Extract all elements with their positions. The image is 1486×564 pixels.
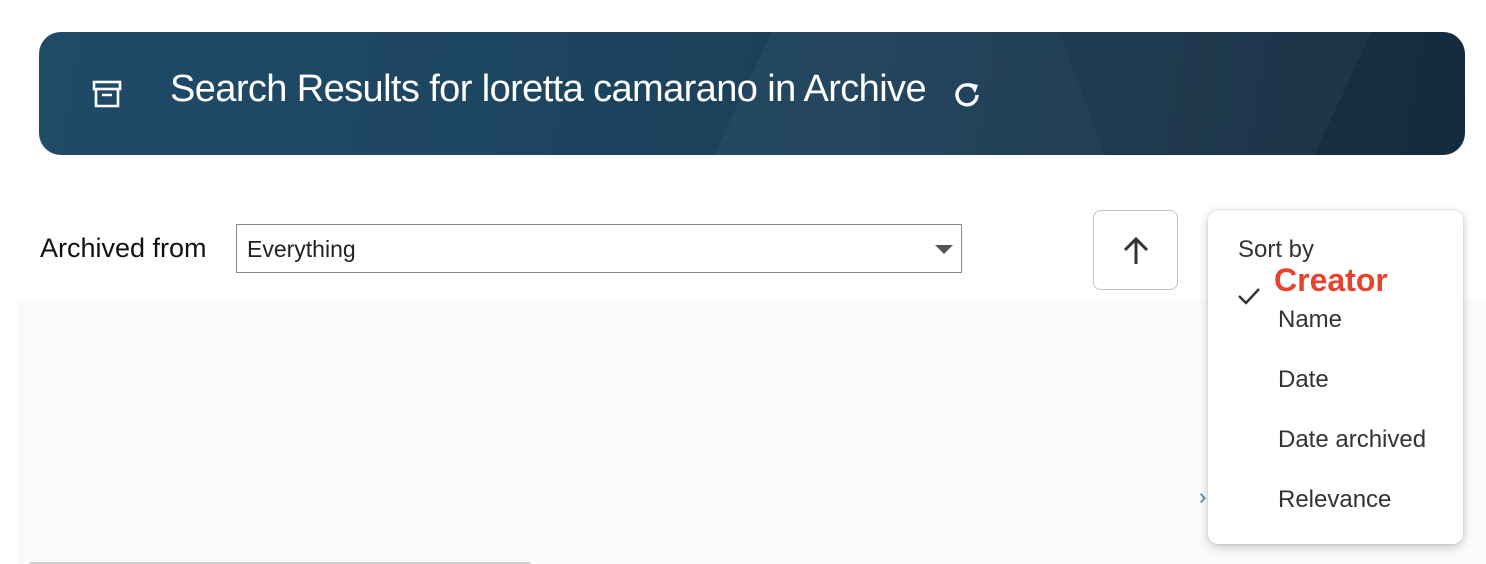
sort-menu-header: Sort by — [1238, 236, 1315, 263]
sort-option-date-archived[interactable]: Date archived — [1278, 426, 1426, 454]
sort-option-name[interactable]: Name — [1278, 306, 1342, 334]
partially-hidden-link-icon: › — [1199, 484, 1207, 509]
sort-option-date[interactable]: Date — [1278, 366, 1329, 394]
archived-from-select[interactable]: Everything — [236, 224, 962, 273]
sort-option-relevance[interactable]: Relevance — [1278, 486, 1391, 514]
chevron-down-icon — [935, 245, 953, 254]
search-results-banner: Search Results for loretta camarano in A… — [39, 32, 1465, 155]
sort-direction-button[interactable] — [1093, 210, 1178, 290]
arrow-up-icon — [1123, 236, 1149, 264]
left-edge — [0, 0, 18, 564]
archived-from-label: Archived from — [40, 233, 207, 263]
sort-by-menu: Sort by Name Date Date archived Relevanc… — [1208, 210, 1463, 544]
refresh-icon[interactable] — [951, 78, 985, 112]
checkmark-icon — [1236, 286, 1262, 311]
page: Search Results for loretta camarano in A… — [0, 0, 1486, 564]
page-title: Search Results for loretta camarano in A… — [170, 68, 927, 110]
results-pane — [18, 300, 1204, 564]
creator-tooltip: Creator — [1274, 262, 1388, 298]
archive-box-icon — [91, 78, 123, 110]
archived-from-value: Everything — [247, 236, 356, 262]
